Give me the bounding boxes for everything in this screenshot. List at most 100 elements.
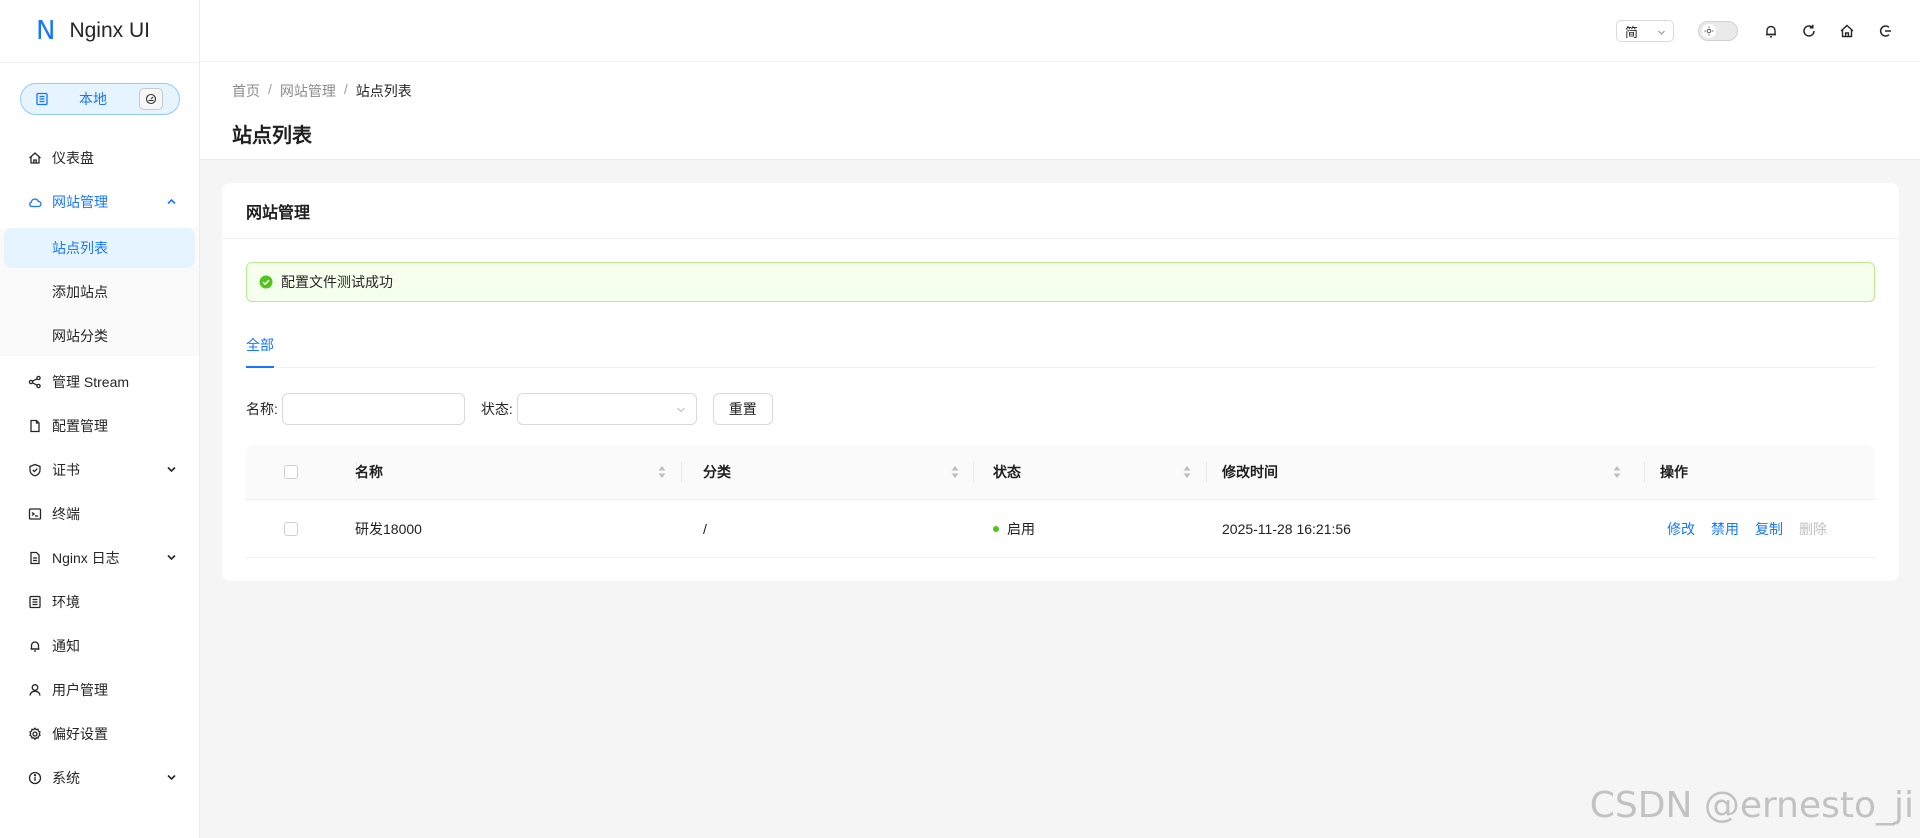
select-all-checkbox-cell [284,445,298,499]
sidebar-item-notifications[interactable]: 通知 [0,624,199,668]
site-status: 启用 [993,500,1035,557]
chevron-down-icon [1657,28,1666,37]
site-modified: 2025-11-28 16:21:56 [1222,520,1351,537]
row-checkbox[interactable] [284,521,298,536]
share-icon [28,375,42,389]
site-management-submenu: 站点列表 添加站点 网站分类 [0,228,199,356]
sidebar-menu: 仪表盘 网站管理 站点列表 添加站点 网站分类 管理 Stream 配置管理 证… [0,136,199,800]
chevron-down-icon [166,464,177,475]
node-selector[interactable]: 本地 [20,83,180,115]
sidebar-item-stream[interactable]: 管理 Stream [0,360,199,404]
name-filter-input[interactable] [281,393,465,425]
check-circle-icon [259,275,273,289]
sidebar-item-certificates[interactable]: 证书 [0,448,199,492]
status-filter-select[interactable] [516,393,697,425]
row-checkbox-cell [284,500,298,557]
app-title: Nginx UI [69,19,150,42]
column-header-modified[interactable]: 修改时间 [1222,445,1278,499]
user-icon [28,683,42,697]
sidebar-item-label: 通知 [52,638,80,654]
server-list-icon [35,92,49,106]
bell-icon [28,639,42,653]
column-header-name[interactable]: 名称 [355,445,383,499]
bell-icon[interactable] [1763,23,1779,39]
shield-icon [28,463,42,477]
breadcrumb: 首页 / 网站管理 / 站点列表 [232,81,412,101]
sidebar-item-add-site[interactable]: 添加站点 [4,272,195,312]
tab-bar: 全部 [246,323,1875,368]
table-header: 名称 分类 状态 修改时间 操作 [246,445,1875,500]
sidebar-item-preferences[interactable]: 偏好设置 [0,712,199,756]
sidebar-item-site-management[interactable]: 网站管理 [0,180,199,224]
sidebar-item-site-categories[interactable]: 网站分类 [4,316,195,356]
sort-icon[interactable] [1613,465,1621,479]
sites-table: 名称 分类 状态 修改时间 操作 研发18000 / 启用 2025-11-28… [246,445,1875,558]
logout-icon[interactable] [1877,23,1893,39]
column-header-category[interactable]: 分类 [703,445,731,499]
node-label: 本地 [79,91,107,107]
breadcrumb-site-management[interactable]: 网站管理 [280,81,336,101]
chevron-down-icon [676,405,686,415]
chevron-down-icon [166,552,177,563]
language-value: 简 [1625,24,1639,40]
edit-link[interactable]: 修改 [1667,519,1695,539]
select-all-checkbox[interactable] [284,465,298,479]
sidebar-item-label: 添加站点 [52,284,108,300]
home-icon[interactable] [1839,23,1855,39]
sidebar-item-label: 配置管理 [52,418,108,434]
chevron-up-icon [166,196,177,207]
sidebar-item-terminal[interactable]: 终端 [0,492,199,536]
language-select[interactable]: 简 [1616,20,1674,42]
sidebar-item-label: 仪表盘 [52,150,94,166]
sidebar-item-label: 环境 [52,594,80,610]
sidebar-item-system[interactable]: 系统 [0,756,199,800]
sidebar-item-label: 用户管理 [52,682,108,698]
site-status-text: 启用 [1007,520,1035,537]
tab-all[interactable]: 全部 [246,323,274,367]
page-header: 首页 / 网站管理 / 站点列表 站点列表 [200,62,1920,160]
sidebar-item-label: 管理 Stream [52,374,130,390]
sort-icon[interactable] [1183,465,1191,479]
sidebar-item-users[interactable]: 用户管理 [0,668,199,712]
app-logo[interactable]: N Nginx UI [0,0,199,63]
sidebar-item-environment[interactable]: 环境 [0,580,199,624]
breadcrumb-separator: / [268,81,272,97]
sidebar-item-site-list[interactable]: 站点列表 [4,228,195,268]
top-header: 简 [200,0,1920,62]
sort-icon[interactable] [658,465,666,479]
site-name: 研发18000 [355,520,422,537]
refresh-icon[interactable] [1801,23,1817,39]
sidebar: N Nginx UI 本地 仪表盘 网站管理 站点列表 添加站点 网站分类 管理… [0,0,200,838]
tab-ink-bar [246,366,274,368]
sidebar-item-nginx-logs[interactable]: Nginx 日志 [0,536,199,580]
gear-icon [28,727,42,741]
breadcrumb-home[interactable]: 首页 [232,81,260,101]
theme-toggle[interactable] [1698,21,1738,41]
chevron-down-icon [166,772,177,783]
sidebar-item-dashboard[interactable]: 仪表盘 [0,136,199,180]
dashboard-gauge-icon[interactable] [139,88,163,110]
card-title: 网站管理 [222,183,1899,239]
delete-link: 删除 [1799,520,1827,537]
file-icon [28,419,42,433]
row-actions: 修改 禁用 复制 删除 [1667,500,1843,557]
site-management-card: 网站管理 配置文件测试成功 全部 名称: 状态: 重置 名称 分类 状态 修改时… [222,183,1899,581]
breadcrumb-current: 站点列表 [355,83,412,99]
reset-button[interactable]: 重置 [712,393,773,425]
duplicate-link[interactable]: 复制 [1755,519,1783,539]
sort-icon[interactable] [951,465,959,479]
column-divider [1644,461,1645,483]
site-category: / [703,520,707,537]
name-filter-label: 名称: [246,401,278,417]
database-icon [28,595,42,609]
table-row: 研发18000 / 启用 2025-11-28 16:21:56 修改 禁用 复… [246,500,1875,558]
nginx-logo-icon: N [36,16,56,46]
column-header-status[interactable]: 状态 [993,445,1021,499]
sidebar-item-label: 偏好设置 [52,726,108,742]
column-header-actions: 操作 [1660,464,1688,480]
tab-label: 全部 [246,337,274,353]
sidebar-item-label: 终端 [52,506,80,522]
sidebar-item-config[interactable]: 配置管理 [0,404,199,448]
success-alert: 配置文件测试成功 [246,262,1875,302]
disable-link[interactable]: 禁用 [1711,519,1739,539]
